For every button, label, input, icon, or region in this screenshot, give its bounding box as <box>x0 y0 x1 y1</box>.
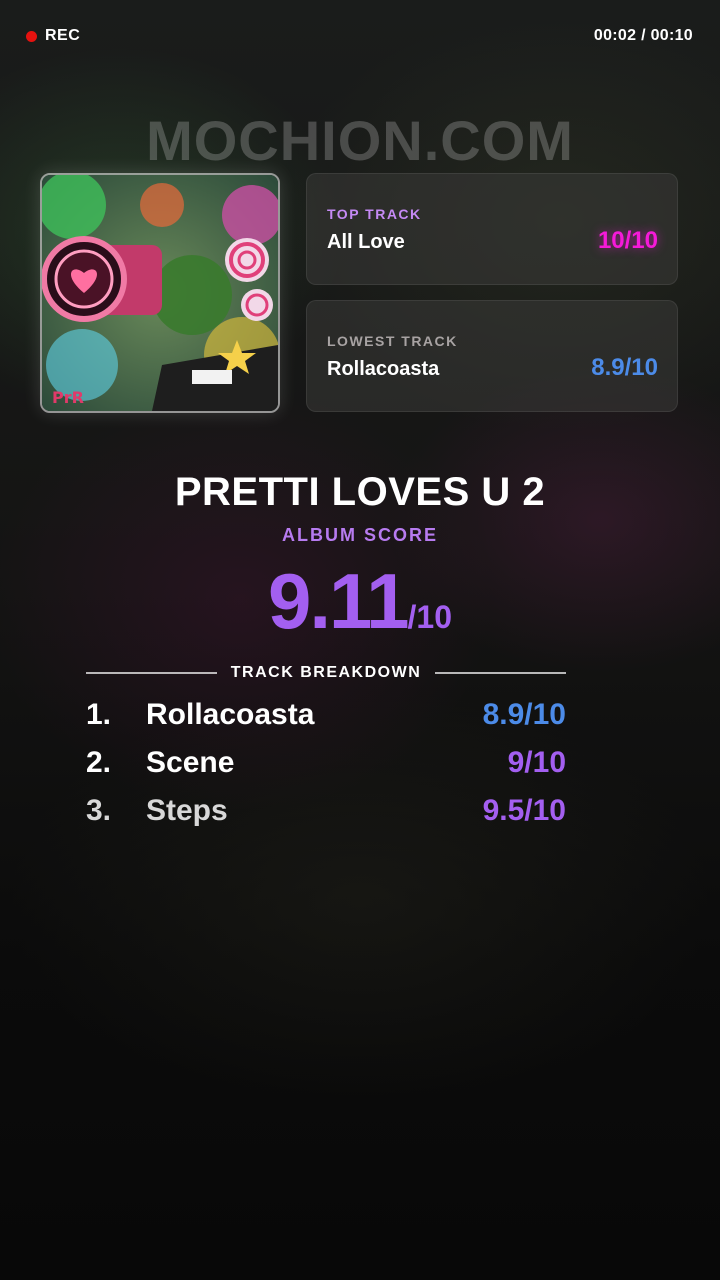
track-breakdown-label: TRACK BREAKDOWN <box>230 664 422 681</box>
track-row: 3. Steps 9.5/10 <box>86 794 566 842</box>
track-name: Steps <box>146 794 228 827</box>
album-cover-image: PrR <box>40 173 280 413</box>
lowest-track-card: LOWEST TRACK Rollacoasta 8.9/10 <box>306 300 678 412</box>
svg-text:PrR: PrR <box>52 388 84 407</box>
track-row: 2. Scene 9/10 <box>86 746 566 794</box>
track-score: 8.9/10 <box>482 698 566 731</box>
divider-left <box>86 672 217 674</box>
track-name: Scene <box>146 746 235 779</box>
watermark: MOCHION.COM <box>146 109 574 172</box>
track-number: 1. <box>86 698 112 731</box>
lowest-track-score: 8.9/10 <box>591 354 658 381</box>
divider-right <box>435 672 567 674</box>
track-number: 2. <box>86 746 112 779</box>
album-title: PRETTI LOVES U 2 <box>174 470 546 514</box>
track-score: 9/10 <box>507 746 566 779</box>
track-score: 9.5/10 <box>482 794 566 827</box>
album-score-label: ALBUM SCORE <box>282 525 438 545</box>
track-number: 3. <box>86 794 112 827</box>
lowest-track-label: LOWEST TRACK <box>327 333 458 349</box>
lowest-track-name: Rollacoasta <box>327 358 440 380</box>
track-breakdown-header: TRACK BREAKDOWN <box>86 664 567 682</box>
album-score-suffix: /10 <box>407 599 452 635</box>
top-track-card: TOP TRACK All Love 10/10 <box>306 173 678 285</box>
top-track-score: 10/10 <box>597 227 658 254</box>
recording-timer: 00:02 / 00:10 <box>593 27 693 44</box>
track-list: 1. Rollacoasta 8.9/10 2. Scene 9/10 3. S… <box>86 698 566 842</box>
record-dot-icon <box>26 30 37 42</box>
recording-indicator: REC <box>26 27 80 45</box>
album-art-illustration: PrR <box>42 175 278 411</box>
album-score-value: 9.11 <box>268 557 410 645</box>
track-row: 1. Rollacoasta 8.9/10 <box>86 698 566 746</box>
top-track-name: All Love <box>327 231 405 253</box>
album-score: 9.11/10 <box>0 556 720 647</box>
top-track-label: TOP TRACK <box>327 206 422 222</box>
rec-label: REC <box>45 27 81 44</box>
track-name: Rollacoasta <box>146 698 315 731</box>
